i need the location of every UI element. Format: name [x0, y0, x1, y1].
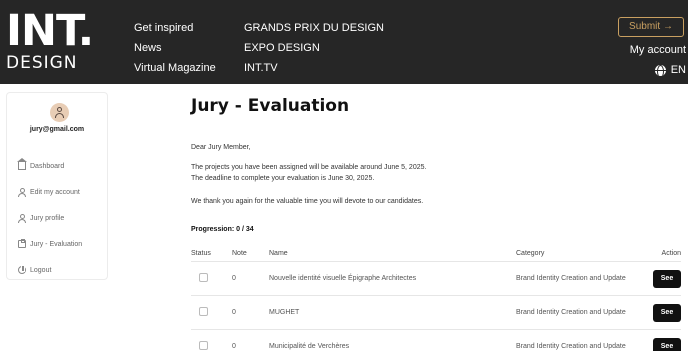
header-note: Note	[232, 250, 247, 257]
site-header: INT. DESIGN Get inspired News Virtual Ma…	[0, 0, 688, 84]
submit-button[interactable]: Submit →	[618, 17, 684, 37]
sidebar-item-label: Jury - Evaluation	[30, 240, 83, 248]
nav-column-1: Get inspired News Virtual Magazine	[134, 18, 216, 78]
see-button[interactable]: See	[653, 269, 681, 288]
status-checkbox[interactable]	[199, 341, 208, 350]
nav-virtual-magazine[interactable]: Virtual Magazine	[134, 58, 216, 78]
sidebar-item-dashboard[interactable]: Dashboard	[17, 153, 82, 179]
site-logo[interactable]: INT. DESIGN	[6, 6, 94, 73]
category-cell: Brand Identity Creation and Update	[516, 275, 626, 282]
progression-text: Progression: 0 / 34	[191, 226, 254, 233]
nav-grands-prix[interactable]: GRANDS PRIX DU DESIGN	[244, 18, 384, 38]
status-cell	[191, 341, 232, 351]
sidebar-item-edit-account[interactable]: Edit my account	[18, 179, 82, 205]
nav-expo-design[interactable]: EXPO DESIGN	[244, 38, 384, 58]
user-icon-body	[55, 113, 64, 118]
sidebar-item-jury-profile[interactable]: Jury profile	[18, 205, 82, 231]
clipboard-icon	[18, 239, 26, 248]
main-content: Jury - Evaluation Dear Jury Member, The …	[191, 96, 681, 351]
status-cell	[191, 273, 232, 284]
category-cell: Brand Identity Creation and Update	[516, 343, 626, 350]
avatar	[50, 103, 69, 122]
status-checkbox[interactable]	[199, 273, 208, 282]
deadline-text: The deadline to complete your evaluation…	[191, 175, 375, 182]
action-cell: See	[642, 269, 681, 288]
my-account-link[interactable]: My account	[630, 44, 686, 56]
nav-int-tv[interactable]: INT.TV	[244, 58, 384, 78]
name-cell: Nouvelle identité visuelle Épigraphe Arc…	[269, 275, 417, 282]
sidebar-item-logout[interactable]: Logout	[18, 257, 82, 283]
page-title: Jury - Evaluation	[191, 96, 350, 116]
sidebar-item-jury-evaluation[interactable]: Jury - Evaluation	[18, 231, 82, 257]
power-icon	[18, 265, 26, 274]
sidebar-menu: Dashboard Edit my account Jury profile J…	[17, 153, 82, 283]
name-cell: MUGHET	[269, 309, 300, 316]
thanks-text: We thank you again for the valuable time…	[191, 198, 424, 205]
table-header: Status Note Name Category Action	[191, 246, 681, 262]
table-row: 0 MUGHET Brand Identity Creation and Upd…	[191, 296, 681, 330]
sidebar-item-label: Edit my account	[30, 188, 80, 196]
sidebar-item-label: Logout	[30, 266, 52, 274]
logo-design: DESIGN	[6, 53, 78, 73]
language-selector[interactable]: EN	[654, 64, 686, 76]
note-cell: 0	[232, 275, 236, 282]
see-button[interactable]: See	[653, 337, 681, 351]
language-label: EN	[670, 64, 686, 76]
status-cell	[191, 307, 232, 318]
evaluation-table: Status Note Name Category Action 0 Nouve…	[191, 246, 681, 351]
globe-icon	[654, 64, 666, 76]
sidebar-item-label: Dashboard	[30, 162, 65, 170]
user-icon	[57, 107, 62, 112]
header-category: Category	[516, 250, 545, 257]
user-email: jury@gmail.com	[29, 126, 85, 133]
category-cell: Brand Identity Creation and Update	[516, 309, 626, 316]
note-cell: 0	[232, 309, 236, 316]
availability-text: The projects you have been assigned will…	[191, 164, 427, 171]
intro-text: The projects you have been assigned will…	[191, 162, 426, 184]
sidebar-item-label: Jury profile	[30, 214, 65, 222]
account-sidebar: jury@gmail.com Dashboard Edit my account…	[6, 92, 108, 280]
name-cell: Municipalité de Verchères	[269, 343, 350, 350]
home-icon	[17, 158, 27, 170]
status-checkbox[interactable]	[199, 307, 208, 316]
user-icon	[18, 188, 26, 197]
user-icon	[18, 214, 26, 223]
action-cell: See	[642, 337, 681, 351]
note-cell: 0	[232, 343, 236, 350]
header-status: Status	[191, 250, 211, 257]
greeting-text: Dear Jury Member,	[191, 144, 251, 151]
see-button[interactable]: See	[653, 303, 681, 322]
logo-int: INT.	[6, 6, 94, 56]
table-row: 0 Municipalité de Verchères Brand Identi…	[191, 330, 681, 351]
nav-column-2: GRANDS PRIX DU DESIGN EXPO DESIGN INT.TV	[244, 18, 384, 78]
nav-news[interactable]: News	[134, 38, 216, 58]
header-action: Action	[661, 250, 681, 257]
action-cell: See	[642, 303, 681, 322]
table-row: 0 Nouvelle identité visuelle Épigraphe A…	[191, 262, 681, 296]
header-name: Name	[269, 250, 288, 257]
nav-get-inspired[interactable]: Get inspired	[134, 18, 216, 38]
